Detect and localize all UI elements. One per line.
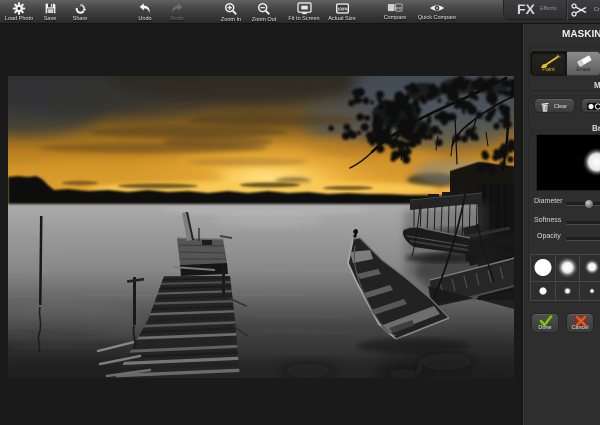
svg-text:FX: FX: [396, 6, 401, 11]
svg-text:100%: 100%: [337, 6, 348, 11]
